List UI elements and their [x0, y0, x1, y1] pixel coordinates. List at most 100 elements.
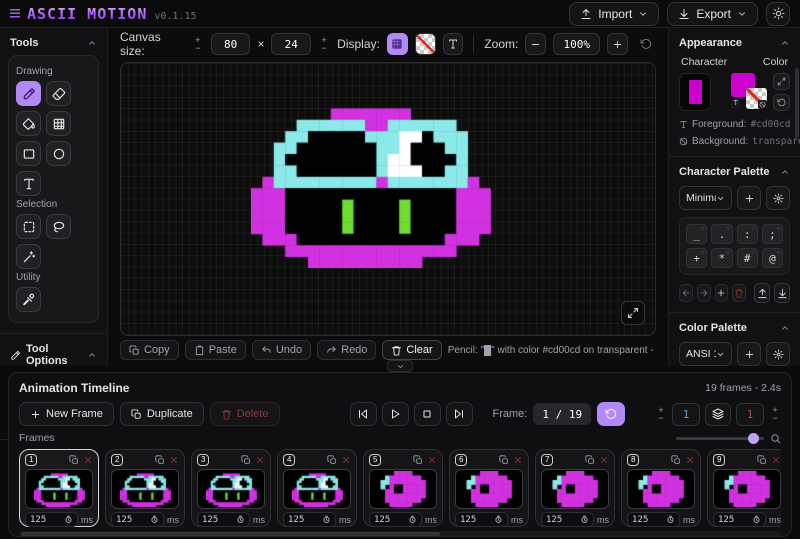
- rect-select-tool-button[interactable]: [16, 214, 41, 239]
- clear-button[interactable]: Clear: [382, 340, 441, 360]
- char-prev-button[interactable]: [679, 284, 693, 302]
- frame-card-3[interactable]: 3125ms: [191, 449, 271, 527]
- duplicate-frame-button[interactable]: Duplicate: [120, 402, 204, 426]
- undo-button[interactable]: Undo: [252, 340, 311, 360]
- new-frame-button[interactable]: New Frame: [19, 402, 114, 426]
- delete-frame-icon[interactable]: [685, 455, 695, 465]
- import-button[interactable]: Import: [569, 2, 659, 26]
- zoom-in-button[interactable]: [607, 33, 628, 55]
- character-preset-dropdown[interactable]: Minimal ASC: [679, 186, 732, 210]
- onion-next-frames-input[interactable]: 1: [736, 403, 764, 426]
- frame-duration-input[interactable]: 125: [627, 512, 680, 527]
- selected-character-preview[interactable]: [679, 73, 711, 111]
- frame-thumbnail[interactable]: [283, 469, 351, 509]
- delete-frame-icon[interactable]: [427, 455, 437, 465]
- import-palette-button[interactable]: [774, 283, 790, 303]
- text-tool-button[interactable]: [16, 171, 41, 196]
- zoom-out-button[interactable]: [525, 33, 546, 55]
- duplicate-frame-icon[interactable]: [585, 455, 595, 465]
- text-display-toggle[interactable]: [443, 33, 464, 55]
- frame-duration-input[interactable]: 125: [283, 512, 336, 527]
- delete-frame-icon[interactable]: [341, 455, 351, 465]
- frame-card-4[interactable]: 4125ms: [277, 449, 357, 527]
- frame-duration-input[interactable]: 125: [111, 512, 164, 527]
- add-character-preset-button[interactable]: [737, 186, 761, 210]
- play-button[interactable]: [382, 402, 409, 426]
- eyedropper-tool-button[interactable]: [16, 287, 41, 312]
- char-next-button[interactable]: [697, 284, 711, 302]
- frame-card-5[interactable]: 5125ms: [363, 449, 443, 527]
- transparency-display-toggle[interactable]: [415, 33, 436, 55]
- right-scrollbar[interactable]: [795, 68, 799, 138]
- delete-frame-icon[interactable]: [513, 455, 523, 465]
- duplicate-frame-icon[interactable]: [69, 455, 79, 465]
- palette-character-button[interactable]: _▫: [686, 224, 707, 244]
- canvas-width-input[interactable]: 80: [211, 33, 251, 55]
- export-palette-button[interactable]: [754, 283, 770, 303]
- canvas-height-input[interactable]: 24: [271, 33, 311, 55]
- color-preset-dropdown[interactable]: ANSI 16-Col: [679, 342, 732, 366]
- frame-thumbnail[interactable]: [455, 469, 523, 509]
- delete-character-button[interactable]: [732, 284, 746, 302]
- loop-playback-button[interactable]: [597, 402, 625, 426]
- height-decrement-button[interactable]: −: [318, 44, 330, 52]
- onion-skin-toggle-button[interactable]: [705, 403, 731, 426]
- reset-colors-button[interactable]: [773, 94, 790, 111]
- duplicate-frame-icon[interactable]: [241, 455, 251, 465]
- palette-character-button[interactable]: #▫: [737, 248, 758, 268]
- palette-character-button[interactable]: :▫: [737, 224, 758, 244]
- frame-duration-input[interactable]: 125: [25, 512, 78, 527]
- paint-bucket-tool-button[interactable]: [16, 111, 41, 136]
- zoom-reset-button[interactable]: [635, 33, 656, 55]
- frame-thumbnail[interactable]: [197, 469, 265, 509]
- palette-character-button[interactable]: *▫: [711, 248, 732, 268]
- appearance-header[interactable]: Appearance: [679, 30, 790, 55]
- grid-display-toggle[interactable]: [387, 33, 408, 55]
- frame-duration-input[interactable]: 125: [369, 512, 422, 527]
- duplicate-frame-icon[interactable]: [155, 455, 165, 465]
- add-color-preset-button[interactable]: [737, 342, 761, 366]
- frame-thumbnail[interactable]: [713, 469, 781, 509]
- frames-scrollbar-thumb[interactable]: [21, 532, 440, 536]
- palette-character-button[interactable]: @▫: [762, 248, 783, 268]
- frame-card-9[interactable]: 9125ms: [707, 449, 781, 527]
- frame-thumbnail[interactable]: [369, 469, 437, 509]
- frame-card-8[interactable]: 8125ms: [621, 449, 701, 527]
- onion-prev-stepper[interactable]: + −: [655, 406, 667, 422]
- onion-prev-decrement[interactable]: −: [655, 414, 667, 422]
- color-palette-settings-button[interactable]: [766, 342, 790, 366]
- frame-thumbnail[interactable]: [627, 469, 695, 509]
- duplicate-frame-icon[interactable]: [757, 455, 767, 465]
- eraser-tool-button[interactable]: [46, 81, 71, 106]
- redo-button[interactable]: Redo: [317, 340, 376, 360]
- onion-previous-frames-input[interactable]: 1: [672, 403, 700, 426]
- height-stepper[interactable]: + −: [318, 36, 330, 52]
- duplicate-frame-icon[interactable]: [327, 455, 337, 465]
- copy-button[interactable]: Copy: [120, 340, 179, 360]
- stop-button[interactable]: [414, 402, 441, 426]
- frame-duration-input[interactable]: 125: [541, 512, 594, 527]
- duplicate-frame-icon[interactable]: [413, 455, 423, 465]
- delete-frame-icon[interactable]: [771, 455, 781, 465]
- drawing-canvas[interactable]: [120, 62, 656, 336]
- frame-thumbnail[interactable]: [25, 469, 93, 509]
- slider-thumb[interactable]: [748, 433, 759, 444]
- frame-card-6[interactable]: 6125ms: [449, 449, 529, 527]
- timeline-collapse-handle[interactable]: [387, 360, 413, 372]
- frame-duration-input[interactable]: 125: [197, 512, 250, 527]
- character-palette-header[interactable]: Character Palette: [679, 159, 790, 184]
- frame-card-1[interactable]: 1125ms: [19, 449, 99, 527]
- delete-frame-button[interactable]: Delete: [210, 402, 280, 426]
- tools-section-header[interactable]: Tools: [0, 28, 107, 55]
- export-button[interactable]: Export: [667, 2, 758, 26]
- delete-frame-icon[interactable]: [169, 455, 179, 465]
- onion-next-stepper[interactable]: + −: [769, 406, 781, 422]
- width-decrement-button[interactable]: −: [192, 44, 204, 52]
- palette-character-button[interactable]: +▫: [686, 248, 707, 268]
- paste-button[interactable]: Paste: [185, 340, 246, 360]
- rectangle-tool-button[interactable]: [16, 141, 41, 166]
- swap-colors-button[interactable]: [773, 73, 790, 90]
- color-palette-header[interactable]: Color Palette: [679, 315, 790, 340]
- ellipse-tool-button[interactable]: [46, 141, 71, 166]
- duplicate-frame-icon[interactable]: [499, 455, 509, 465]
